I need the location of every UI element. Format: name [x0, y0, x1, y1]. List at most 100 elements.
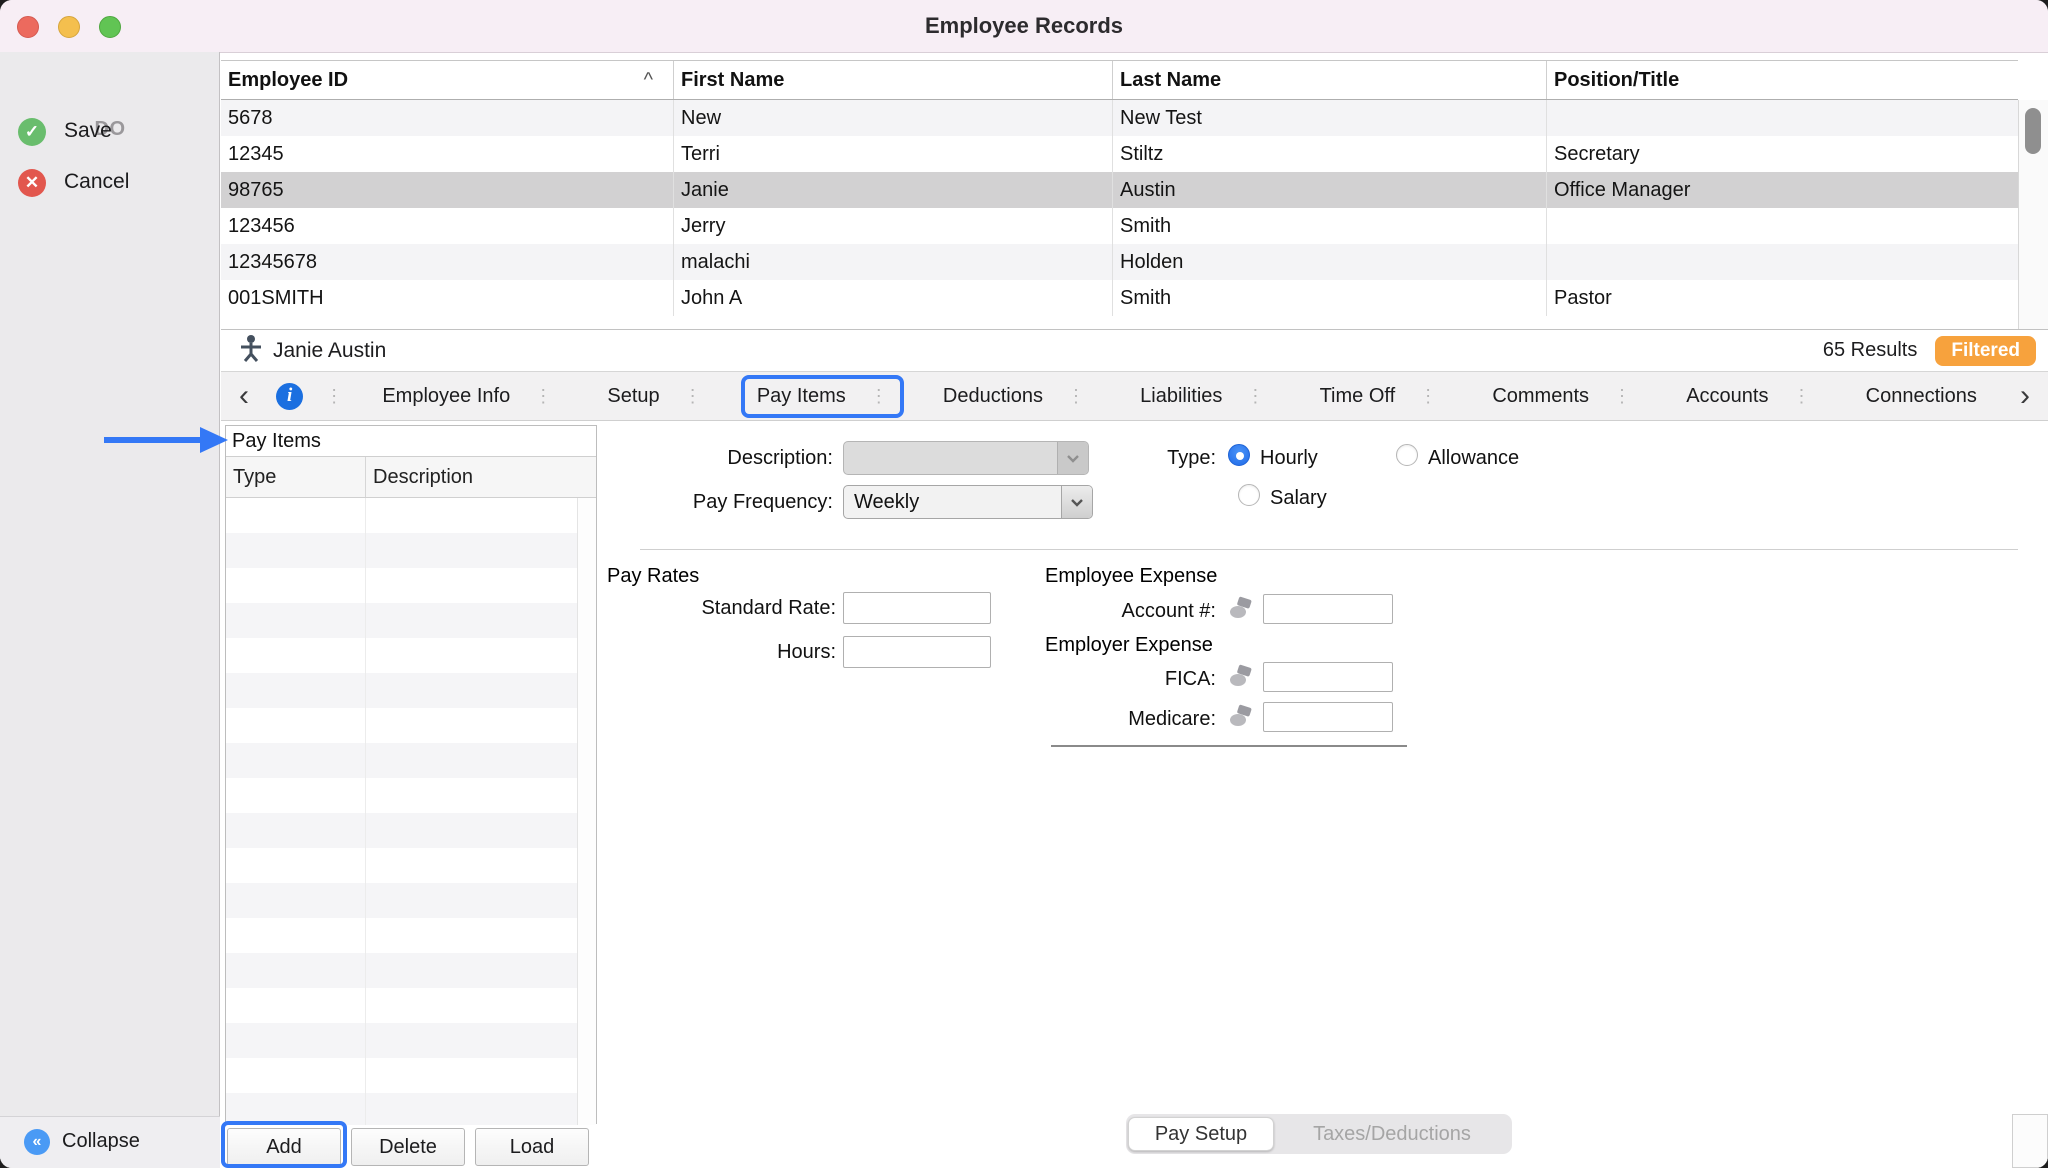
cell-first-name: New — [674, 100, 1113, 136]
tab-label: Employee Info — [382, 385, 510, 408]
taxes-deductions-segment[interactable]: Taxes/Deductions — [1274, 1117, 1510, 1151]
hourly-radio[interactable] — [1228, 444, 1250, 466]
tab-connections[interactable]: Connections — [1850, 375, 1993, 418]
tab-scroll-right-icon[interactable]: › — [2016, 381, 2034, 411]
tab-bar: ‹ i ⋮ Employee Info ⋮ Setup ⋮ Pay Items … — [221, 372, 2048, 421]
pay-frequency-dropdown[interactable]: Weekly — [843, 485, 1093, 519]
pay-items-panel: Pay Items Type Description — [225, 425, 597, 1124]
type-label: Type: — [1080, 447, 1216, 470]
pay-frequency-value: Weekly — [854, 486, 919, 518]
tab-label: Pay Items — [757, 385, 846, 408]
chevron-down-icon — [1061, 486, 1092, 518]
employer-expense-heading: Employer Expense — [1045, 634, 1213, 657]
bottom-segmented-control: Pay Setup Taxes/Deductions — [1126, 1114, 1512, 1154]
standard-rate-label: Standard Rate: — [640, 597, 836, 620]
description-dropdown[interactable] — [843, 441, 1089, 475]
tab-pay-items[interactable]: Pay Items ⋮ — [741, 375, 904, 418]
lookup-icon[interactable] — [1228, 664, 1254, 693]
table-row[interactable]: 12345678 malachi Holden — [221, 244, 2018, 280]
tab-label: Connections — [1866, 385, 1977, 408]
record-name: Janie Austin — [273, 339, 386, 363]
column-header-last-name[interactable]: Last Name — [1113, 61, 1547, 99]
table-row[interactable]: 123456 Jerry Smith — [221, 208, 2018, 244]
employee-expense-heading: Employee Expense — [1045, 565, 1217, 588]
add-button[interactable]: Add — [227, 1128, 341, 1166]
column-header-description[interactable]: Description — [373, 457, 473, 497]
tab-time-off[interactable]: Time Off ⋮ — [1304, 375, 1454, 418]
cell-last-name: New Test — [1113, 100, 1547, 136]
cell-last-name: Holden — [1113, 244, 1547, 280]
pay-items-list[interactable] — [226, 498, 596, 1125]
employee-table-body: 5678 New New Test 12345 Terri Stiltz Sec… — [221, 100, 2018, 316]
column-header-position-title[interactable]: Position/Title — [1547, 61, 2018, 99]
tab-separator: ⋮ — [1792, 386, 1810, 407]
pay-rates-heading: Pay Rates — [607, 565, 699, 588]
delete-button[interactable]: Delete — [351, 1128, 465, 1166]
tab-deductions[interactable]: Deductions ⋮ — [927, 375, 1101, 418]
medicare-label: Medicare: — [1046, 708, 1216, 731]
lookup-icon[interactable] — [1228, 596, 1254, 625]
fica-label: FICA: — [1046, 668, 1216, 691]
save-button[interactable]: ✓ Save — [0, 118, 220, 148]
column-header-employee-id[interactable]: Employee ID ^ — [221, 61, 674, 99]
pay-items-buttons: Add Delete Load — [227, 1128, 589, 1166]
cell-position: Secretary — [1547, 136, 2018, 172]
tab-comments[interactable]: Comments ⋮ — [1476, 375, 1647, 418]
hours-input[interactable] — [843, 636, 991, 668]
table-scrollbar-track[interactable] — [2018, 100, 2048, 329]
table-row-selected[interactable]: 98765 Janie Austin Office Manager — [221, 172, 2018, 208]
tab-separator: ⋮ — [1246, 386, 1264, 407]
collapse-label: Collapse — [62, 1130, 140, 1153]
tab-label: Comments — [1492, 385, 1589, 408]
tab-separator: ⋮ — [1613, 386, 1631, 407]
tab-accounts[interactable]: Accounts ⋮ — [1670, 375, 1826, 418]
allowance-radio[interactable] — [1396, 444, 1418, 466]
cell-position: Pastor — [1547, 280, 2018, 316]
tab-liabilities[interactable]: Liabilities ⋮ — [1124, 375, 1280, 418]
pay-items-scrollbar-track[interactable] — [577, 498, 596, 1125]
standard-rate-input[interactable] — [843, 592, 991, 624]
account-number-input[interactable] — [1263, 594, 1393, 624]
cell-last-name: Smith — [1113, 208, 1547, 244]
table-row[interactable]: 001SMITH John A Smith Pastor — [221, 280, 2018, 316]
filtered-badge[interactable]: Filtered — [1935, 336, 2036, 366]
info-icon[interactable]: i — [276, 383, 303, 410]
tab-setup[interactable]: Setup ⋮ — [591, 375, 717, 418]
load-button[interactable]: Load — [475, 1128, 589, 1166]
collapse-button[interactable]: « Collapse — [0, 1117, 220, 1168]
employee-records-window: Employee Records DO ✓ Save ✕ Cancel « Co… — [0, 0, 2048, 1168]
table-row[interactable]: 12345 Terri Stiltz Secretary — [221, 136, 2018, 172]
tab-employee-info[interactable]: Employee Info ⋮ — [366, 375, 568, 418]
description-label: Description: — [640, 447, 833, 470]
sidebar-bottom-bar: « Collapse — [0, 1116, 220, 1168]
fica-input[interactable] — [1263, 662, 1393, 692]
section-divider — [640, 549, 2018, 550]
pay-setup-segment[interactable]: Pay Setup — [1128, 1117, 1274, 1151]
tab-label: Time Off — [1320, 385, 1396, 408]
cell-employee-id: 001SMITH — [221, 280, 674, 316]
medicare-input[interactable] — [1263, 702, 1393, 732]
table-row[interactable]: 5678 New New Test — [221, 100, 2018, 136]
cell-last-name: Austin — [1113, 172, 1547, 208]
person-icon — [239, 334, 263, 367]
cell-employee-id: 12345678 — [221, 244, 674, 280]
save-label: Save — [64, 119, 112, 143]
column-header-type[interactable]: Type — [233, 457, 276, 497]
tab-label: Liabilities — [1140, 385, 1222, 408]
results-count: 65 Results — [1823, 339, 1918, 362]
salary-radio[interactable] — [1238, 484, 1260, 506]
cancel-label: Cancel — [64, 170, 129, 194]
employee-table-header: Employee ID ^ First Name Last Name Posit… — [221, 60, 2018, 100]
table-scrollbar-thumb[interactable] — [2025, 108, 2041, 154]
cell-first-name: malachi — [674, 244, 1113, 280]
tab-label: Deductions — [943, 385, 1043, 408]
save-check-icon: ✓ — [18, 118, 46, 146]
tab-scroll-left-icon[interactable]: ‹ — [235, 381, 253, 411]
cell-employee-id: 5678 — [221, 100, 674, 136]
pay-items-panel-title: Pay Items — [226, 426, 596, 457]
column-header-first-name[interactable]: First Name — [674, 61, 1113, 99]
cell-position — [1547, 244, 2018, 280]
cancel-button[interactable]: ✕ Cancel — [0, 169, 220, 199]
cell-first-name: John A — [674, 280, 1113, 316]
lookup-icon[interactable] — [1228, 704, 1254, 733]
